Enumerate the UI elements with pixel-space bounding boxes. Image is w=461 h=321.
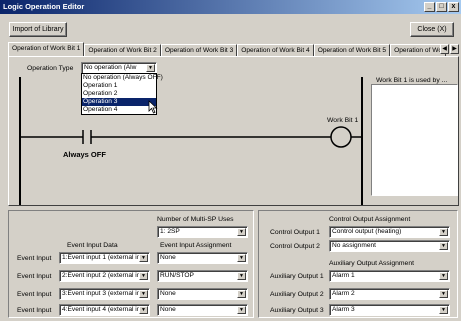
option-no-operation[interactable]: No operation (Always OFF) <box>82 74 163 82</box>
chevron-down-icon[interactable]: ▼ <box>139 272 148 280</box>
event-input-assignment-value: None <box>160 254 176 261</box>
mouse-cursor-icon <box>148 100 158 114</box>
auxiliary-output-label: Auxiliary Output 3 <box>270 307 324 314</box>
chevron-down-icon[interactable]: ▼ <box>237 290 246 298</box>
operation-type-value: No operation (Alw <box>84 64 137 71</box>
event-input-data-value: 2:Event input 2 (external inp <box>62 272 145 279</box>
auxiliary-output-select-3[interactable]: Alarm 3 ▼ <box>329 304 450 316</box>
event-input-assignment-value: RUN/STOP <box>160 272 194 279</box>
event-input-data-value: 1:Event input 1 (external inp <box>62 254 145 261</box>
event-input-assignment-value: None <box>160 306 176 313</box>
control-output-select-2[interactable]: No assignment ▼ <box>329 240 450 252</box>
event-input-label: Event Input <box>17 255 52 262</box>
chevron-down-icon[interactable]: ▼ <box>439 242 448 250</box>
event-input-assignment-select-1[interactable]: None ▼ <box>157 252 248 264</box>
chevron-down-icon[interactable]: ▼ <box>139 254 148 262</box>
event-input-label: Event Input <box>17 307 52 314</box>
event-input-data-value: 4:Event input 4 (external inp <box>62 306 145 313</box>
chevron-down-icon[interactable]: ▼ <box>439 290 448 298</box>
event-input-label: Event Input <box>17 273 52 280</box>
chevron-down-icon[interactable]: ▼ <box>237 254 246 262</box>
event-input-data-select-3[interactable]: 3:Event input 3 (external inp ▼ <box>59 288 150 300</box>
chevron-down-icon[interactable]: ▼ <box>439 228 448 236</box>
option-operation-1[interactable]: Operation 1 <box>82 82 156 90</box>
chevron-down-icon[interactable]: ▼ <box>237 272 246 280</box>
auxiliary-output-select-2[interactable]: Alarm 2 ▼ <box>329 288 450 300</box>
auxiliary-output-header: Auxiliary Output Assignment <box>329 260 415 267</box>
option-operation-4[interactable]: Operation 4 <box>82 106 156 114</box>
event-input-data-select-1[interactable]: 1:Event input 1 (external inp ▼ <box>59 252 150 264</box>
auxiliary-output-label: Auxiliary Output 2 <box>270 291 324 298</box>
chevron-down-icon[interactable]: ▼ <box>146 64 155 72</box>
option-operation-3[interactable]: Operation 3 <box>82 98 156 106</box>
auxiliary-output-label: Auxiliary Output 1 <box>270 273 324 280</box>
chevron-down-icon[interactable]: ▼ <box>139 290 148 298</box>
event-input-assignment-value: None <box>160 290 176 297</box>
auxiliary-output-select-1[interactable]: Alarm 1 ▼ <box>329 270 450 282</box>
control-output-value: Control output (heating) <box>332 228 402 235</box>
used-by-label: Work Bit 1 is used by ... <box>376 77 448 84</box>
event-input-data-select-2[interactable]: 2:Event input 2 (external inp ▼ <box>59 270 150 282</box>
chevron-down-icon[interactable]: ▼ <box>139 306 148 314</box>
tab-work-bit-1[interactable]: Operation of Work Bit 1 <box>8 42 85 56</box>
chevron-down-icon[interactable]: ▼ <box>439 272 448 280</box>
event-input-data-header: Event Input Data <box>67 242 118 249</box>
multi-sp-select[interactable]: 1: 2SP ▼ <box>157 226 248 238</box>
multi-sp-value: 1: 2SP <box>160 228 180 235</box>
control-output-select-1[interactable]: Control output (heating) ▼ <box>329 226 450 238</box>
multi-sp-label: Number of Multi-SP Uses <box>157 216 234 223</box>
event-input-assignment-select-2[interactable]: RUN/STOP ▼ <box>157 270 248 282</box>
event-input-assignment-select-4[interactable]: None ▼ <box>157 304 248 316</box>
chevron-down-icon[interactable]: ▼ <box>439 306 448 314</box>
chevron-down-icon[interactable]: ▼ <box>237 306 246 314</box>
operation-type-label: Operation Type <box>27 65 74 72</box>
event-input-assignment-header: Event Input Assignment <box>160 242 232 249</box>
used-by-list[interactable] <box>371 84 458 196</box>
event-input-label: Event Input <box>17 291 52 298</box>
event-input-assignment-select-3[interactable]: None ▼ <box>157 288 248 300</box>
event-input-data-select-4[interactable]: 4:Event input 4 (external inp ▼ <box>59 304 150 316</box>
contact-label: Always OFF <box>63 150 106 159</box>
option-operation-2[interactable]: Operation 2 <box>82 90 156 98</box>
event-input-data-value: 3:Event input 3 (external inp <box>62 290 145 297</box>
auxiliary-output-value: Alarm 3 <box>332 306 355 313</box>
control-output-label: Control Output 1 <box>270 229 320 236</box>
chevron-down-icon[interactable]: ▼ <box>237 228 246 236</box>
operation-type-dropdown[interactable]: No operation (Always OFF) Operation 1 Op… <box>81 73 163 115</box>
coil-icon <box>330 126 352 148</box>
auxiliary-output-value: Alarm 2 <box>332 290 355 297</box>
control-output-value: No assignment <box>332 242 376 249</box>
control-output-label: Control Output 2 <box>270 243 320 250</box>
auxiliary-output-value: Alarm 1 <box>332 272 355 279</box>
control-output-header: Control Output Assignment <box>329 216 411 223</box>
coil-label: Work Bit 1 <box>327 117 359 124</box>
